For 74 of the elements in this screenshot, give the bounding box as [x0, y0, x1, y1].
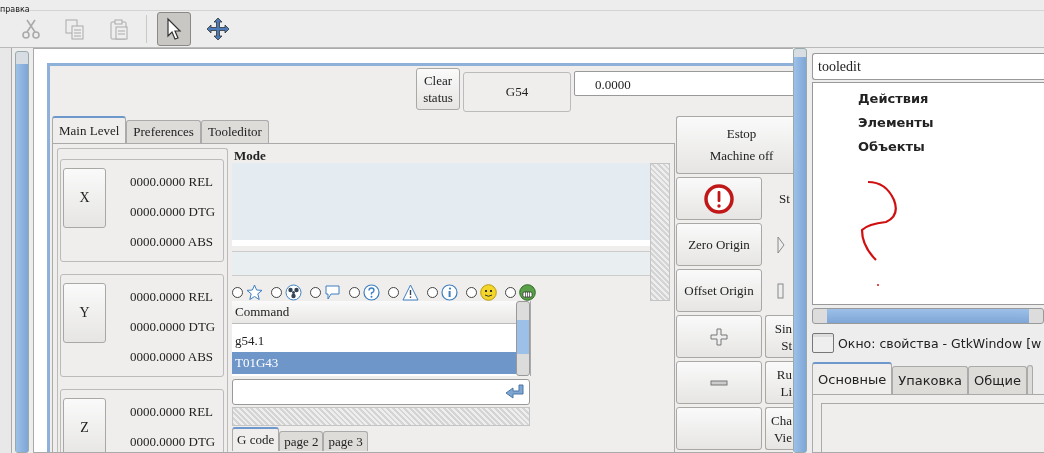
smiley-icon: [480, 284, 497, 301]
properties-title: Окно: свойства - GtkWindow [w: [838, 335, 1042, 351]
minus-icon: [710, 379, 728, 386]
scissors-icon: [20, 18, 42, 40]
radiation-icon: [285, 284, 302, 301]
radio-button[interactable]: [232, 287, 243, 299]
tab[interactable]: G code: [232, 427, 280, 451]
tab[interactable]: page 3: [323, 431, 368, 451]
search-field[interactable]: tooledit: [812, 53, 1044, 80]
tab[interactable]: Tooleditor: [200, 120, 269, 143]
control-button[interactable]: [676, 177, 762, 220]
scrollbar[interactable]: [15, 51, 29, 453]
estop-button[interactable]: Estop Machine off: [676, 116, 793, 174]
axis-readout: 0000.0000 DTG: [130, 318, 216, 336]
tree-item[interactable]: Элементы: [858, 111, 1044, 135]
warning-icon: [402, 284, 419, 301]
clear-status-button[interactable]: Clear status: [416, 68, 460, 110]
command-row[interactable]: g54.1: [232, 330, 516, 352]
tree-item[interactable]: Действия: [858, 87, 1044, 111]
axis-button[interactable]: Z: [63, 398, 106, 452]
axis-readout: 0000.0000 REL: [130, 288, 215, 306]
window-icon: [812, 333, 834, 353]
tab[interactable]: Упаковка: [892, 366, 968, 394]
tab[interactable]: page 2: [279, 431, 324, 451]
move-icon: [206, 17, 230, 41]
copy-icon: [64, 18, 86, 40]
tab[interactable]: Основные: [812, 362, 893, 394]
value-field[interactable]: 0.0000: [574, 71, 793, 96]
radio-button[interactable]: [349, 287, 360, 299]
axis-readout: 0000.0000 DTG: [130, 433, 216, 451]
alert-icon: [704, 183, 734, 214]
control-button[interactable]: Zero Origin: [676, 223, 762, 266]
radio-button[interactable]: [271, 287, 282, 299]
offset-display: G54: [463, 72, 571, 112]
axis-readout: 0000.0000 ABS: [130, 348, 215, 366]
radio-button[interactable]: [388, 287, 399, 299]
axis-readout: 0000.0000 REL: [130, 173, 215, 191]
scrollbar[interactable]: [516, 301, 530, 376]
enter-icon: [505, 384, 525, 400]
radio-button[interactable]: [505, 287, 516, 299]
tab[interactable]: Main Level: [52, 116, 127, 143]
axis-button[interactable]: Y: [63, 283, 106, 343]
speech-icon: [324, 284, 341, 301]
rectangle-icon: [777, 282, 784, 299]
mode-label: Mode: [233, 148, 267, 163]
control-button[interactable]: Offset Origin: [676, 269, 762, 312]
clipboard-icon: [108, 18, 130, 40]
axis-readout: 0000.0000 DTG: [130, 203, 216, 221]
tree-item[interactable]: Объекты: [858, 135, 1044, 159]
status-label: St: [778, 190, 790, 207]
tab[interactable]: [1026, 365, 1033, 394]
radio-button[interactable]: [466, 287, 477, 299]
pointer-tool-button[interactable]: [157, 12, 191, 46]
axis-readout: 0000.0000 ABS: [130, 233, 215, 251]
command-field[interactable]: [232, 379, 530, 405]
scrollbar[interactable]: [793, 48, 807, 453]
plus-icon: [710, 327, 728, 346]
control-button[interactable]: Sin St: [765, 315, 793, 358]
star-icon: [246, 284, 263, 301]
radio-button[interactable]: [427, 287, 438, 299]
radio-button[interactable]: [310, 287, 321, 299]
control-button[interactable]: Cha Vie: [765, 407, 793, 450]
column-header[interactable]: Command: [232, 301, 516, 324]
scrollbar[interactable]: [812, 308, 1044, 324]
tab[interactable]: Preferences: [126, 120, 201, 143]
axis-button[interactable]: X: [63, 168, 106, 228]
control-button[interactable]: Ru Li: [765, 361, 793, 404]
pointer-icon: [164, 17, 184, 41]
menu-item[interactable]: правка: [0, 5, 30, 15]
tab[interactable]: Общие: [967, 366, 1027, 394]
axis-readout: 0000.0000 REL: [130, 403, 215, 421]
triangle-icon: [777, 235, 785, 254]
info-icon: [441, 284, 458, 301]
question-icon: [363, 284, 380, 301]
